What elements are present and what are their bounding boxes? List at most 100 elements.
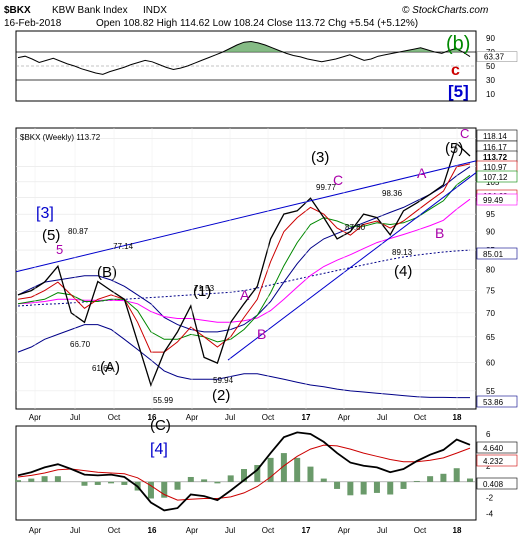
wave-label: (2) (212, 387, 230, 404)
macd-histogram-bar (201, 479, 208, 482)
macd-histogram-bar (108, 481, 115, 484)
point-value-label: 89.13 (392, 248, 413, 257)
macd-x-tick-label: Oct (108, 526, 121, 535)
x-tick-label: Oct (414, 413, 427, 422)
point-value-label: 80.87 (68, 227, 89, 236)
macd-histogram-bar (54, 476, 61, 482)
chart-copyright: © StockCharts.com (402, 5, 488, 16)
price-tag-label: 118.14 (483, 132, 507, 141)
price-tag-label: 53.86 (483, 398, 504, 407)
macd-histogram-bar (413, 480, 420, 482)
x-tick-label: 16 (148, 413, 157, 422)
macd-x-tick-label: Oct (414, 526, 427, 535)
point-value-label: 59.94 (213, 376, 234, 385)
macd-histogram-bar (227, 475, 234, 482)
price-legend: $BKX (Weekly) 113.72 (20, 133, 101, 142)
macd-histogram-bar (121, 481, 128, 485)
wave-label: C (333, 172, 343, 188)
price-tag-label: 107.12 (483, 173, 508, 182)
macd-x-tick-label: Oct (262, 526, 275, 535)
macd-x-tick-label: Jul (70, 526, 80, 535)
wave-label: B (435, 225, 444, 241)
point-value-label: 66.70 (70, 340, 91, 349)
macd-histogram-bar (400, 481, 407, 489)
macd-x-tick-label: Apr (29, 526, 42, 535)
rsi-value-label: 63.37 (484, 53, 505, 62)
macd-histogram-bar (440, 473, 447, 482)
chart-ohlc: Open 108.82 High 114.62 Low 108.24 Close… (96, 18, 418, 29)
wave-label-b: (b) (446, 33, 470, 55)
macd-tick-label: -4 (486, 510, 494, 519)
price-tag-label: 99.49 (483, 196, 504, 205)
macd-histogram-bar (174, 481, 181, 490)
macd-histogram-bar (94, 481, 101, 485)
price-tick-label: 75 (486, 287, 495, 296)
macd-histogram-bar (453, 468, 460, 482)
price-tick-label: 65 (486, 333, 495, 342)
macd-value-label: 0.408 (483, 480, 504, 489)
macd-histogram-bar (214, 481, 221, 484)
price-tick-label: 55 (486, 387, 495, 396)
point-value-label: 87.80 (345, 223, 366, 232)
price-tick-label: 70 (486, 309, 495, 318)
x-tick-label: Jul (377, 413, 387, 422)
x-tick-label: Oct (262, 413, 275, 422)
wave-label-5-bracket: [5] (448, 82, 469, 101)
x-tick-label: Apr (338, 413, 351, 422)
price-tag-label: 85.01 (483, 250, 504, 259)
price-tag-label: 113.72 (483, 153, 508, 162)
chart-symbol: $BKX (4, 5, 31, 16)
price-tick-label: 95 (486, 210, 495, 219)
macd-histogram-bar (427, 476, 434, 482)
macd-histogram-bar (28, 478, 35, 482)
macd-histogram-bar (334, 481, 341, 489)
macd-histogram-bar (187, 476, 194, 482)
chart-exchange: INDX (143, 5, 167, 16)
x-tick-label: Jul (225, 413, 235, 422)
macd-histogram-bar (81, 481, 88, 486)
macd-histogram-bar (307, 466, 314, 482)
macd-value-label: 4.232 (483, 457, 504, 466)
macd-histogram-bar (387, 481, 394, 495)
wave-label: [4] (150, 441, 168, 458)
wave-label: B (257, 326, 266, 342)
x-tick-label: Oct (108, 413, 121, 422)
rsi-tick-label: 90 (486, 34, 495, 43)
macd-value-label: 4.640 (483, 444, 504, 453)
macd-histogram-bar (320, 478, 327, 482)
x-tick-label: Apr (29, 413, 42, 422)
macd-histogram-bar (294, 457, 301, 482)
wave-label: (4) (394, 263, 412, 280)
wave-label: [3] (36, 205, 54, 222)
price-tag-label: 110.97 (483, 163, 507, 172)
macd-tick-label: -2 (486, 494, 494, 503)
macd-x-tick-label: 16 (148, 526, 157, 535)
macd-x-tick-label: Apr (186, 526, 199, 535)
chart-index-name: KBW Bank Index (52, 5, 128, 16)
wave-label: (1) (193, 283, 211, 300)
macd-x-tick-label: 17 (302, 526, 311, 535)
macd-x-tick-label: 18 (453, 526, 462, 535)
wave-label: C (460, 126, 469, 141)
x-tick-label: 17 (302, 413, 311, 422)
chart-date: 16-Feb-2018 (4, 18, 62, 29)
macd-tick-label: 6 (486, 430, 491, 439)
rsi-tick-label: 30 (486, 76, 495, 85)
point-value-label: 77.14 (113, 242, 134, 251)
wave-label: (5) (445, 140, 463, 157)
wave-label: (3) (311, 149, 329, 166)
macd-histogram-bar (15, 480, 21, 482)
price-tick-label: 90 (486, 228, 495, 237)
macd-x-tick-label: Jul (225, 526, 235, 535)
price-tag-label: 116.17 (483, 143, 507, 152)
wave-label-c: c (451, 62, 460, 79)
wave-label: A (240, 287, 250, 303)
wave-label: A (417, 165, 427, 181)
macd-histogram-bar (347, 481, 354, 496)
macd-histogram-bar (360, 481, 367, 495)
point-value-label: 98.36 (382, 189, 403, 198)
point-value-label: 55.99 (153, 396, 174, 405)
wave-label: 5 (56, 242, 63, 257)
macd-histogram-bar (373, 481, 380, 493)
x-tick-label: 18 (453, 413, 462, 422)
